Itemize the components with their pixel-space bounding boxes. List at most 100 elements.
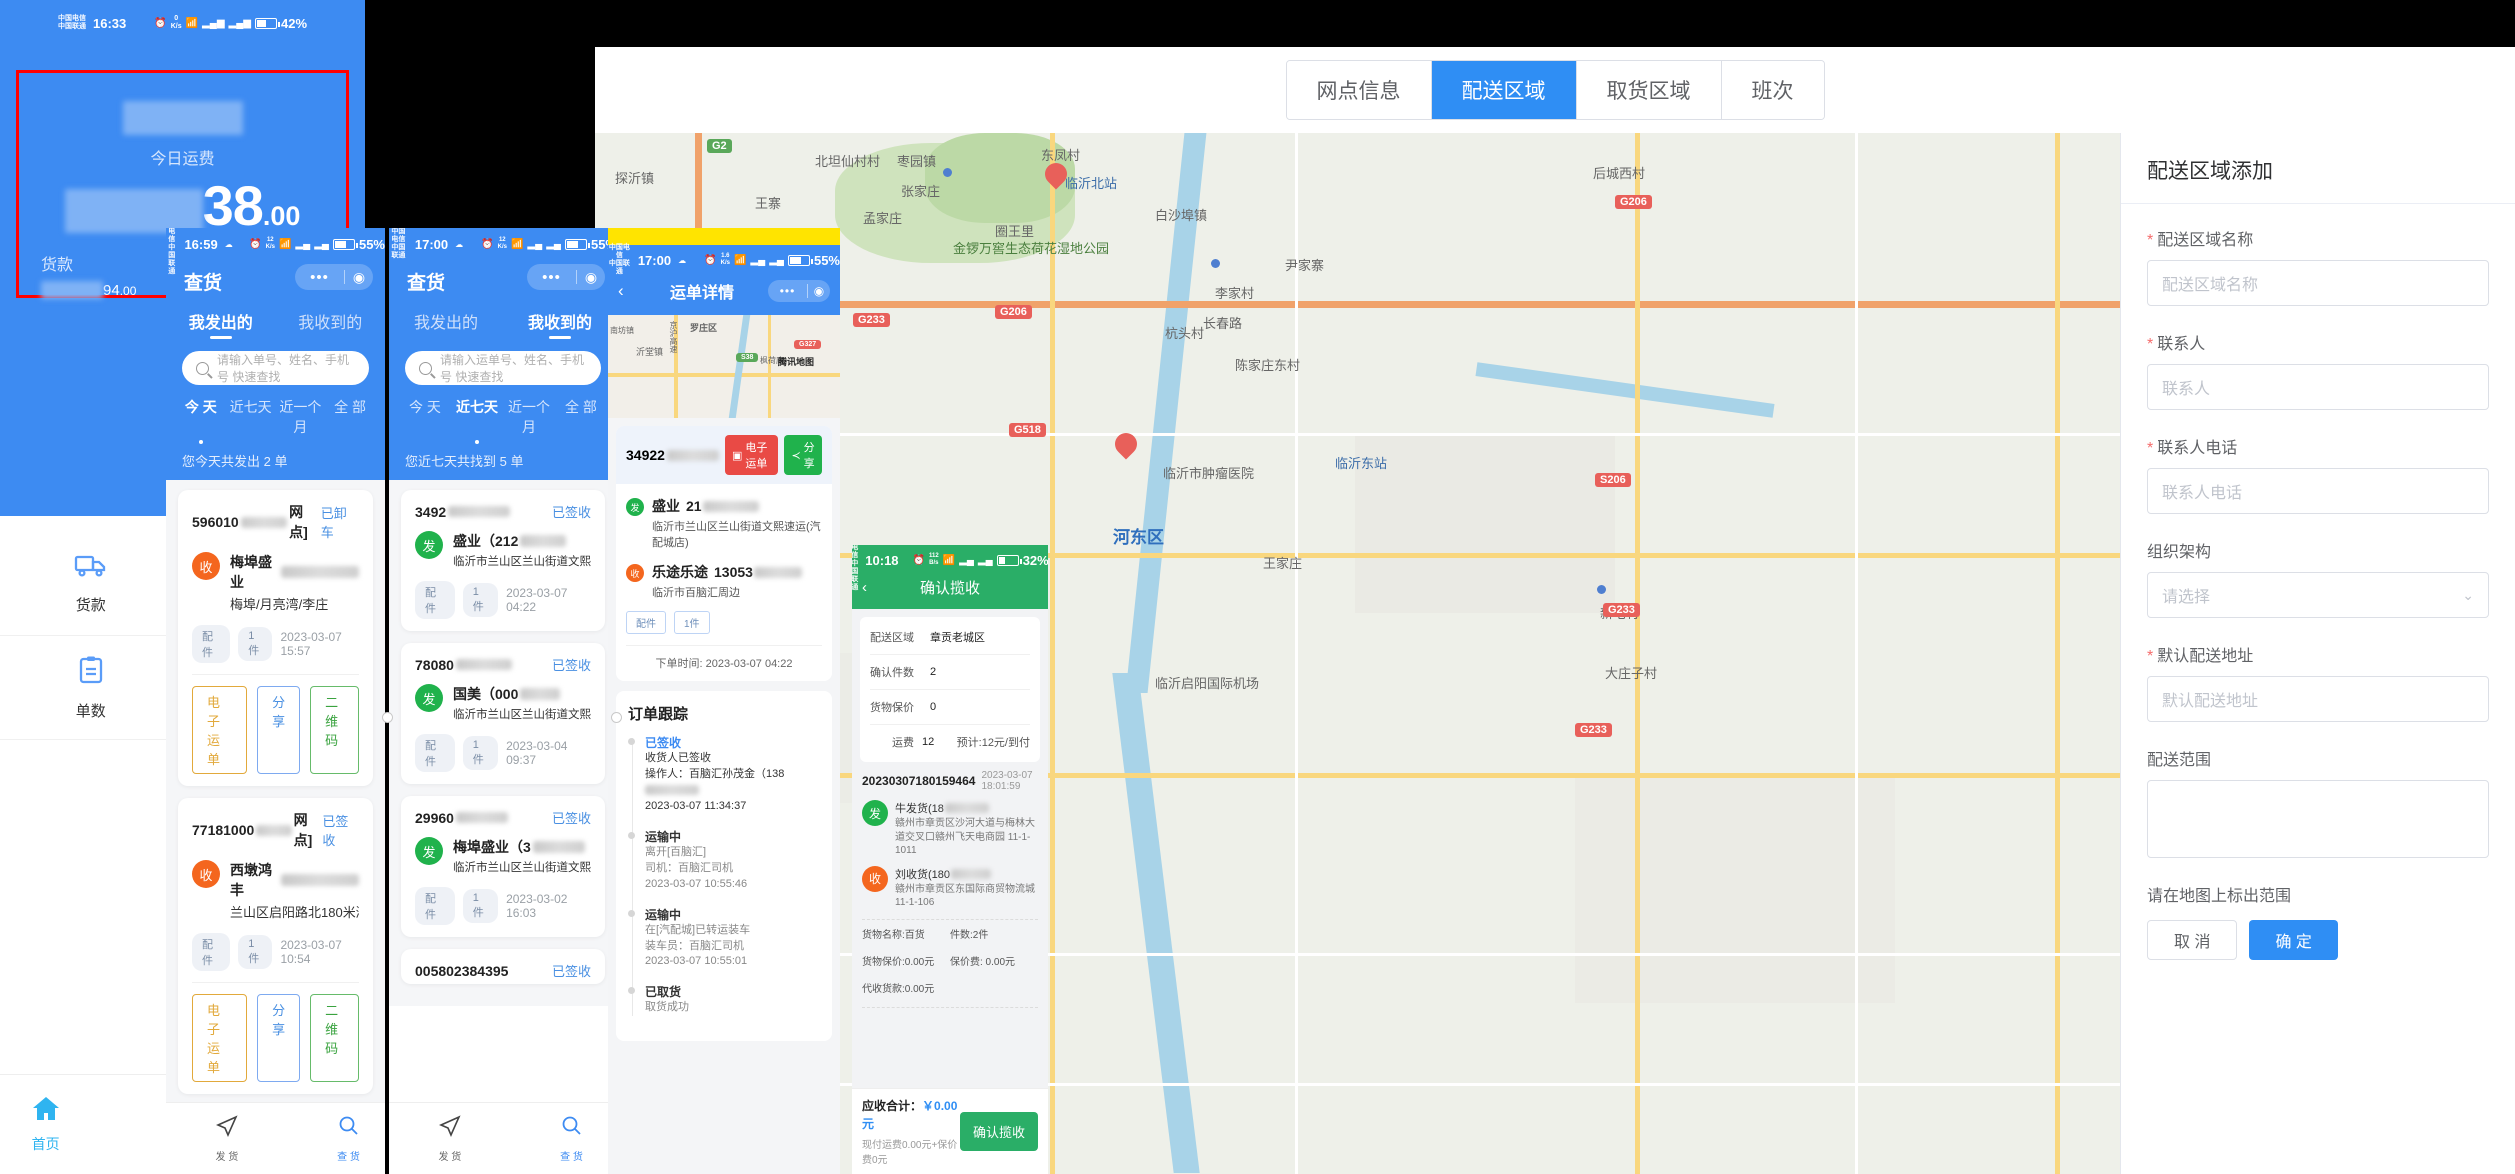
- shortcut-goods-payment[interactable]: 货款: [0, 532, 183, 636]
- map-poi-3[interactable]: [943, 168, 952, 177]
- electronic-waybill-button[interactable]: 电子运单: [192, 686, 248, 774]
- org-select[interactable]: 请选择 ⌄: [2147, 572, 2489, 618]
- electronic-waybill-button[interactable]: ▣ 电子运单: [724, 435, 779, 475]
- tab-my-received[interactable]: 我收到的: [276, 309, 386, 341]
- tab-delivery-area[interactable]: 配送区域: [1431, 61, 1577, 119]
- tab-my-received[interactable]: 我收到的: [503, 309, 617, 341]
- map-label-20: 王家庄: [1263, 556, 1303, 571]
- field-delivery-range-label: 配送范围: [2147, 752, 2212, 769]
- info-row: 运费 12 预计:12元/到付: [870, 725, 1030, 759]
- screenshot-handle-mid-1[interactable]: [382, 712, 393, 723]
- detail-left: 货物保价:0.00元: [862, 956, 935, 968]
- status-time: 16:33: [92, 15, 127, 31]
- search-box[interactable]: 请输入单号、姓名、手机号 快速查找: [182, 351, 369, 385]
- back-icon[interactable]: ‹: [618, 281, 636, 301]
- tabbar-send[interactable]: 发 货: [389, 1103, 511, 1174]
- order-card[interactable]: 29960 已签收 发 梅埠盛业（3 临沂市兰山区兰山街道文熙速运(汽配城店): [401, 796, 605, 937]
- more-icon[interactable]: •••: [527, 269, 576, 286]
- more-icon[interactable]: •••: [295, 269, 344, 286]
- tab-my-sent[interactable]: 我发出的: [389, 309, 503, 341]
- detail-left: 代收货款:0.00元: [862, 983, 935, 995]
- filter-today[interactable]: 今 天: [399, 397, 451, 437]
- default-address-input[interactable]: 默认配送地址: [2147, 676, 2489, 722]
- filter-1month[interactable]: 近一个月: [503, 397, 555, 437]
- screenshot-handle-mid-2[interactable]: [611, 712, 622, 723]
- tabbar-home[interactable]: 首页: [0, 1075, 91, 1174]
- screenshot-canvas: 网点信息 配送区域 取货区域 班次 探沂镇 王寨 北坦仙村村 东凤村 后城西村 …: [0, 0, 2515, 1174]
- info-value: 12: [922, 736, 935, 748]
- qrcode-button[interactable]: 二维码: [310, 994, 359, 1082]
- detail-right: 件数:2件: [950, 929, 989, 941]
- contact-phone-input[interactable]: 联系人电话: [2147, 468, 2489, 514]
- waybill-map[interactable]: 南坊镇 罗庄区 沂堂镇 京沪高速 枫荷廊 G327 S38 腾讯地图: [608, 315, 840, 418]
- shortcut-order-count[interactable]: 单数: [0, 636, 183, 740]
- filter-all[interactable]: 全 部: [555, 397, 607, 437]
- order-card[interactable]: 78080 已签收 发 国美（000 临沂市兰山区兰山街道文熙速运(汽配城店): [401, 643, 605, 784]
- tab-branch-info[interactable]: 网点信息: [1286, 61, 1432, 119]
- confirm-pickup-button[interactable]: 确认揽收: [959, 1112, 1038, 1151]
- mini-program-capsule[interactable]: ••• ◉: [527, 264, 605, 290]
- qrcode-button[interactable]: 二维码: [310, 686, 359, 774]
- filter-7days[interactable]: 近七天: [226, 397, 276, 437]
- phone-confirm-pickup: 中国电信 中国联通 10:18 ⏰ 112B/s 📶 ▂▄ ▂▄ 32% ‹ 确…: [852, 545, 1048, 1174]
- confirm-button[interactable]: 确 定: [2249, 920, 2338, 960]
- filter-all[interactable]: 全 部: [325, 397, 375, 437]
- map-road-9: [1855, 133, 1858, 1174]
- order-card[interactable]: 005802384395 已签收: [401, 949, 605, 984]
- required-marker: *: [2147, 648, 2154, 665]
- filter-7days[interactable]: 近七天: [451, 397, 503, 437]
- truck-icon: [74, 553, 108, 584]
- mini-program-capsule[interactable]: ••• ◉: [295, 264, 373, 290]
- target-icon[interactable]: ◉: [808, 284, 830, 298]
- tabbar-query[interactable]: 查 货: [288, 1103, 385, 1174]
- tabbar-query[interactable]: 查 货: [511, 1103, 617, 1174]
- area-name-input[interactable]: 配送区域名称: [2147, 260, 2489, 306]
- map-shield-8: G206: [995, 305, 1032, 319]
- card-body: 发 梅埠盛业（3 临沂市兰山区兰山街道文熙速运(汽配城店): [415, 837, 591, 875]
- more-icon[interactable]: •••: [768, 284, 807, 298]
- mini-program-capsule[interactable]: ••• ◉: [768, 280, 830, 302]
- filter-1month[interactable]: 近一个月: [276, 397, 326, 437]
- date-filters: 今 天 近七天 近一个月 全 部: [399, 397, 607, 437]
- order-card[interactable]: 77181000 网点] 已签收 收 西墩鸿丰 兰山区启阳路北180米鸿丰手机大…: [178, 798, 373, 1094]
- share-button[interactable]: 分享: [257, 994, 301, 1082]
- share-label: 分享: [803, 442, 815, 470]
- sender-phone-text: 21: [686, 498, 702, 514]
- cancel-button[interactable]: 取 消: [2147, 920, 2238, 960]
- share-button[interactable]: 分享: [257, 686, 301, 774]
- target-icon[interactable]: ◉: [345, 269, 373, 286]
- tab-shift[interactable]: 班次: [1721, 61, 1824, 119]
- detail-left: 货物名称:百货: [862, 929, 925, 941]
- map-poi-4[interactable]: [1211, 259, 1220, 268]
- contact-input[interactable]: 联系人: [2147, 364, 2489, 410]
- battery-icon: [564, 238, 590, 250]
- detail-right: 保价费: 0.00元: [950, 956, 1016, 968]
- map-label-1: 王寨: [755, 196, 782, 211]
- card-header: 29960 已签收: [415, 808, 591, 827]
- timeline-line: 2023-03-07 10:55:46: [645, 877, 748, 890]
- status-badge: 已签收: [322, 814, 349, 848]
- carrier-1: 中国电信: [608, 244, 630, 259]
- tab-pickup-area[interactable]: 取货区域: [1576, 61, 1722, 119]
- receiver-address: 临沂市百脑汇周边: [652, 587, 740, 599]
- target-icon[interactable]: ◉: [577, 269, 605, 286]
- delivery-range-textarea[interactable]: [2147, 780, 2489, 858]
- shortcut-goods-payment-label: 货款: [75, 596, 106, 614]
- tag-count: 1件: [462, 889, 499, 923]
- map-poi-5[interactable]: [1597, 585, 1606, 594]
- timeline-operator: 操作人：百脑汇孙茂金（138: [645, 767, 785, 780]
- carrier-label: 中国电信 中国联通: [389, 228, 408, 260]
- order-card[interactable]: 596010 网点] 已卸车 收 梅埠盛业 梅埠/月亮湾/李庄 配件 1件 20…: [178, 490, 373, 786]
- detail-row: 代收货款:0.00元: [852, 974, 1048, 1001]
- back-icon[interactable]: ‹: [862, 579, 876, 596]
- search-box[interactable]: 请输入运单号、姓名、手机号 快速查找: [405, 351, 601, 385]
- electronic-waybill-button[interactable]: 电子运单: [192, 994, 248, 1082]
- order-card[interactable]: 3492 已签收 发 盛业（212 临沂市兰山区兰山街道文熙速运(汽配城店): [401, 490, 605, 631]
- filter-today[interactable]: 今 天: [176, 397, 226, 437]
- tabbar-send[interactable]: 发 货: [166, 1103, 288, 1174]
- map-shield-0: G2: [707, 139, 732, 153]
- share-button[interactable]: ≺ 分享: [784, 435, 822, 475]
- tab-my-sent[interactable]: 我发出的: [166, 309, 276, 341]
- info-row: 确认件数 2: [870, 655, 1030, 690]
- search-placeholder: 请输入单号、姓名、手机号 快速查找: [217, 353, 350, 384]
